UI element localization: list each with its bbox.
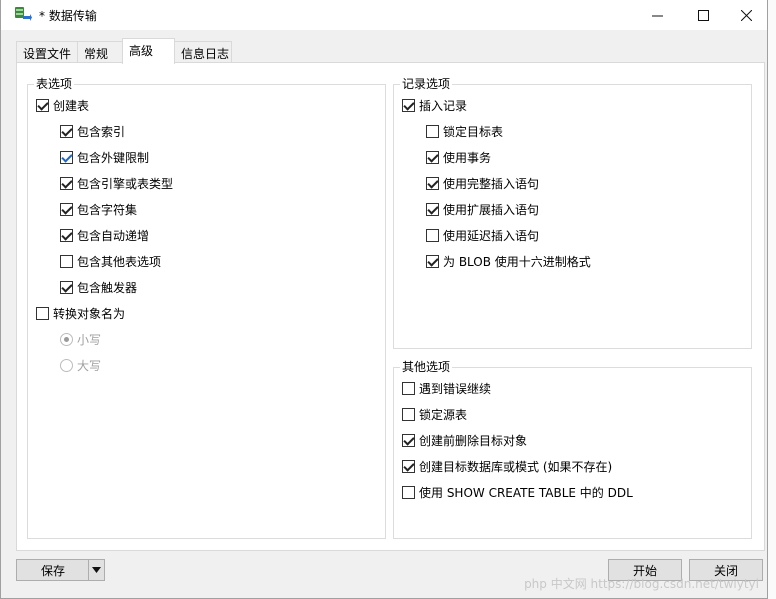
option-label: 小写 xyxy=(77,332,102,347)
continue-on-error-option[interactable]: 遇到错误继续 xyxy=(402,380,491,396)
maximize-button[interactable] xyxy=(680,0,726,30)
watermark: php 中文网 https://blog.csdn.net/twiytyl xyxy=(524,577,759,591)
record-options-group: 记录选项 插入记录 锁定目标表 使用事务 使用完整插入语句 使用扩展插入语句 使… xyxy=(393,76,752,349)
option-label: 创建表 xyxy=(53,98,90,113)
option-label: 使用延迟插入语句 xyxy=(443,228,540,243)
save-label: 保存 xyxy=(40,563,65,578)
option-label: 包含引擎或表类型 xyxy=(77,176,174,191)
option-label: 使用事务 xyxy=(443,150,492,165)
insert-records-checkbox[interactable] xyxy=(402,98,415,112)
uppercase-option[interactable]: 大写 xyxy=(60,357,101,373)
advanced-tab-panel: 表选项 创建表 包含索引 包含外键限制 包含引擎或表类型 包含字符集 包含自动递… xyxy=(16,62,765,551)
close-window-button[interactable] xyxy=(723,0,769,30)
include-engine-checkbox[interactable] xyxy=(60,176,73,190)
include-engine-option[interactable]: 包含引擎或表类型 xyxy=(60,175,173,191)
blob-hex-option[interactable]: 为 BLOB 使用十六进制格式 xyxy=(426,253,591,269)
option-label: 包含字符集 xyxy=(77,202,138,217)
delayed-insert-checkbox[interactable] xyxy=(426,228,439,242)
include-charset-checkbox[interactable] xyxy=(60,202,73,216)
other-options-group: 其他选项 遇到错误继续 锁定源表 创建前删除目标对象 创建目标数据库或模式 (如… xyxy=(393,359,752,539)
option-label: 使用扩展插入语句 xyxy=(443,202,540,217)
lock-source-checkbox[interactable] xyxy=(402,407,415,421)
use-transaction-checkbox[interactable] xyxy=(426,150,439,164)
save-dropdown-button[interactable] xyxy=(88,559,105,581)
group-title: 记录选项 xyxy=(400,76,453,92)
group-title: 其他选项 xyxy=(400,359,453,375)
option-label: 锁定源表 xyxy=(419,407,468,422)
create-db-option[interactable]: 创建目标数据库或模式 (如果不存在) xyxy=(402,458,612,474)
close-icon xyxy=(740,9,752,21)
lowercase-option[interactable]: 小写 xyxy=(60,331,101,347)
include-autoinc-checkbox[interactable] xyxy=(60,228,73,242)
group-title: 表选项 xyxy=(34,76,75,92)
data-transfer-window: * 数据传输 设置文件 常规 高级 信息日志 表选项 创建表 包含索引 包含外键… xyxy=(0,0,768,599)
blob-hex-checkbox[interactable] xyxy=(426,254,439,268)
complete-insert-option[interactable]: 使用完整插入语句 xyxy=(426,175,539,191)
lowercase-radio[interactable] xyxy=(60,332,73,346)
table-options-group: 表选项 创建表 包含索引 包含外键限制 包含引擎或表类型 包含字符集 包含自动递… xyxy=(27,76,386,539)
lock-source-option[interactable]: 锁定源表 xyxy=(402,406,467,422)
option-label: 包含触发器 xyxy=(77,280,138,295)
lock-target-checkbox[interactable] xyxy=(426,124,439,138)
delayed-insert-option[interactable]: 使用延迟插入语句 xyxy=(426,227,539,243)
extended-insert-checkbox[interactable] xyxy=(426,202,439,216)
minimize-icon xyxy=(651,15,663,16)
include-other-checkbox[interactable] xyxy=(60,254,73,268)
background-strip xyxy=(768,0,776,599)
tab-settings-file[interactable]: 设置文件 xyxy=(16,41,78,63)
window-title: * 数据传输 xyxy=(39,9,97,23)
title-bar: * 数据传输 xyxy=(1,0,767,30)
create-db-checkbox[interactable] xyxy=(402,459,415,473)
option-label: 包含索引 xyxy=(77,124,126,139)
uppercase-radio[interactable] xyxy=(60,358,73,372)
tab-message-log[interactable]: 信息日志 xyxy=(174,41,232,63)
continue-on-error-checkbox[interactable] xyxy=(402,381,415,395)
include-index-option[interactable]: 包含索引 xyxy=(60,123,125,139)
option-label: 包含自动递增 xyxy=(77,228,150,243)
include-index-checkbox[interactable] xyxy=(60,124,73,138)
create-table-option[interactable]: 创建表 xyxy=(36,97,89,113)
show-create-ddl-checkbox[interactable] xyxy=(402,485,415,499)
extended-insert-option[interactable]: 使用扩展插入语句 xyxy=(426,201,539,217)
option-label: 锁定目标表 xyxy=(443,124,504,139)
option-label: 转换对象名为 xyxy=(53,306,126,321)
drop-before-create-checkbox[interactable] xyxy=(402,433,415,447)
include-autoinc-option[interactable]: 包含自动递增 xyxy=(60,227,149,243)
maximize-icon xyxy=(697,9,709,21)
drop-before-create-option[interactable]: 创建前删除目标对象 xyxy=(402,432,527,448)
complete-insert-checkbox[interactable] xyxy=(426,176,439,190)
include-trigger-checkbox[interactable] xyxy=(60,280,73,294)
option-label: 使用完整插入语句 xyxy=(443,176,540,191)
option-label: 遇到错误继续 xyxy=(419,381,492,396)
use-transaction-option[interactable]: 使用事务 xyxy=(426,149,491,165)
include-other-option[interactable]: 包含其他表选项 xyxy=(60,253,161,269)
option-label: 创建前删除目标对象 xyxy=(419,433,528,448)
tab-general[interactable]: 常规 xyxy=(77,41,123,63)
option-label: 大写 xyxy=(77,358,102,373)
include-fk-option[interactable]: 包含外键限制 xyxy=(60,149,149,165)
lock-target-option[interactable]: 锁定目标表 xyxy=(426,123,503,139)
convert-name-option[interactable]: 转换对象名为 xyxy=(36,305,125,321)
save-button[interactable]: 保存 xyxy=(16,559,90,581)
data-transfer-app-icon xyxy=(15,7,32,21)
option-label: 创建目标数据库或模式 (如果不存在) xyxy=(419,459,613,474)
option-label: 包含外键限制 xyxy=(77,150,150,165)
option-label: 为 BLOB 使用十六进制格式 xyxy=(443,254,591,269)
insert-records-option[interactable]: 插入记录 xyxy=(402,97,467,113)
include-trigger-option[interactable]: 包含触发器 xyxy=(60,279,137,295)
option-label: 使用 SHOW CREATE TABLE 中的 DDL xyxy=(419,485,633,500)
option-label: 包含其他表选项 xyxy=(77,254,162,269)
tab-advanced[interactable]: 高级 xyxy=(122,38,175,64)
include-fk-checkbox[interactable] xyxy=(60,150,73,164)
include-charset-option[interactable]: 包含字符集 xyxy=(60,201,137,217)
show-create-ddl-option[interactable]: 使用 SHOW CREATE TABLE 中的 DDL xyxy=(402,484,633,500)
dropdown-arrow-icon xyxy=(92,567,101,573)
minimize-button[interactable] xyxy=(634,0,680,30)
create-table-checkbox[interactable] xyxy=(36,98,49,112)
convert-name-checkbox[interactable] xyxy=(36,306,49,320)
option-label: 插入记录 xyxy=(419,98,468,113)
